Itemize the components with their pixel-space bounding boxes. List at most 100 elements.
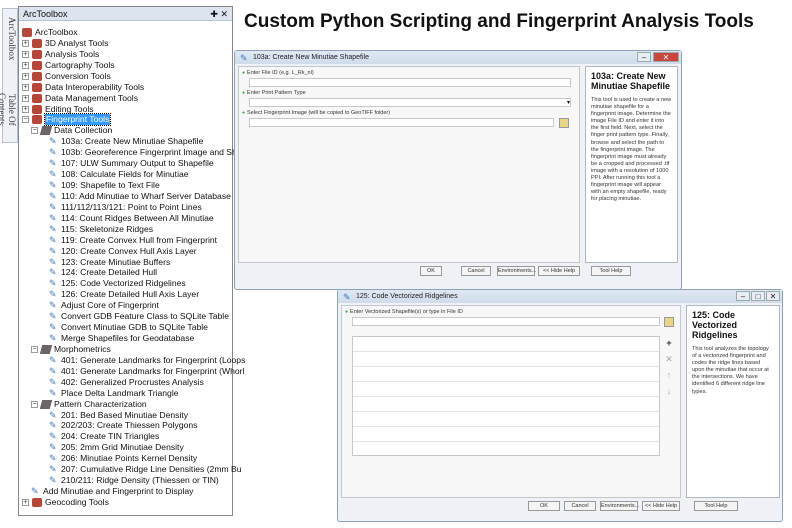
parameter-form: Enter File ID (e.g. L_Rk_nl) Enter Print… xyxy=(238,66,580,263)
tree-item[interactable]: ✎ 124: Create Detailed Hull xyxy=(49,267,157,278)
tree-item[interactable]: ✎ 202/203: Create Thiessen Polygons xyxy=(49,420,197,431)
browse-folder-icon[interactable] xyxy=(559,118,569,128)
hide-help-button[interactable]: << Hide Help xyxy=(642,501,680,511)
tree-item[interactable]: + Data Management Tools xyxy=(22,93,138,104)
tool-help-button[interactable]: Tool Help xyxy=(591,266,631,276)
expand-toggle-icon[interactable]: + xyxy=(22,83,29,91)
tree-item[interactable]: ✎ 401: Generate Landmarks for Fingerprint… xyxy=(49,355,245,366)
tree-item[interactable]: ✎ 204: Create TIN Triangles xyxy=(49,431,159,442)
tool-help-button[interactable]: Tool Help xyxy=(694,501,738,511)
tree-item[interactable]: +3D Analyst Tools xyxy=(22,38,108,49)
tree-item[interactable]: ✎ 402: Generalized Procrustes Analysis xyxy=(49,377,204,388)
tree-item[interactable]: ✎ 114: Count Ridges Between All Minutiae xyxy=(49,213,214,224)
tree-item-label: Conversion Tools xyxy=(45,70,111,81)
shapefile-input[interactable] xyxy=(352,317,660,326)
script-tool-icon: ✎ xyxy=(49,376,57,387)
tab-arctoolbox[interactable]: ArcToolbox xyxy=(4,11,17,66)
tree-item-label: 202/203: Create Thiessen Polygons xyxy=(61,420,198,431)
tree-item[interactable]: ✎ 206: Minutiae Points Kernel Density xyxy=(49,453,197,464)
tree-item[interactable]: ✎ 119: Create Convex Hull from Fingerprin… xyxy=(49,235,217,246)
pattern-type-select[interactable]: ▾ xyxy=(249,98,571,107)
environments-button[interactable]: Environments... xyxy=(600,501,639,511)
expand-toggle-icon[interactable]: + xyxy=(22,498,29,506)
tree-item[interactable]: ✎ 103b: Georeference Fingerprint Image an… xyxy=(49,147,246,158)
tree-item[interactable]: ArcToolbox xyxy=(22,27,78,38)
image-path-input[interactable] xyxy=(249,118,554,127)
ok-button[interactable]: OK xyxy=(420,266,442,276)
move-down-icon[interactable]: ↓ xyxy=(664,386,674,396)
field-label: Enter File ID (e.g. L_Rk_nl) xyxy=(242,70,314,76)
tree-item[interactable]: ✎ 115: Skeletonize Ridges xyxy=(49,224,153,235)
tree-item[interactable]: ✎ 210/211: Ridge Density (Thiessen or TIN… xyxy=(49,475,219,486)
tree-item[interactable]: + Geocoding Tools xyxy=(22,497,109,508)
tree-item[interactable]: ✎ 110: Add Minutiae to Wharf Server Datab… xyxy=(49,191,231,202)
tree-item[interactable]: ✎ 103a: Create New Minutiae Shapefile xyxy=(49,136,203,147)
environments-button[interactable]: Environments... xyxy=(497,266,536,276)
expand-toggle-icon[interactable]: + xyxy=(22,105,29,113)
tree-item[interactable]: + Data Interoperability Tools xyxy=(22,82,144,93)
expand-toggle-icon[interactable]: − xyxy=(31,400,38,408)
tree-item[interactable]: ✎ Place Delta Landmark Triangle xyxy=(49,388,179,399)
pin-icon[interactable]: ✚ xyxy=(210,9,218,19)
tree-item[interactable]: ✎ 123: Create Minutiae Buffers xyxy=(49,257,170,268)
expand-toggle-icon[interactable]: + xyxy=(22,94,29,102)
expand-toggle-icon[interactable]: + xyxy=(22,72,29,80)
toolbox-icon xyxy=(32,71,42,81)
tree-item[interactable]: ✎ Adjust Core of Fingerprint xyxy=(49,300,159,311)
tree-item[interactable]: ✎ Convert Minutiae GDB to SQLite Table xyxy=(49,322,208,333)
tree-item[interactable]: ✎ 108: Calculate Fields for Minutiae xyxy=(49,169,189,180)
shapefile-list[interactable] xyxy=(352,336,660,456)
close-button[interactable]: ✕ xyxy=(653,52,679,62)
tree-item[interactable]: ✎ Merge Shapefiles for Geodatabase xyxy=(49,333,194,344)
tree-item[interactable]: ✎ 401: Generate Landmarks for Fingerprint… xyxy=(49,366,244,377)
tree-item[interactable]: ✎ Add Minutiae and Fingerprint to Display xyxy=(31,486,193,497)
script-tool-icon: ✎ xyxy=(49,322,57,333)
tree-item[interactable]: + Analysis Tools xyxy=(22,49,99,60)
maximize-button[interactable]: □ xyxy=(751,291,765,301)
tree-item-label: Adjust Core of Fingerprint xyxy=(61,300,159,311)
expand-toggle-icon[interactable]: − xyxy=(22,116,29,124)
tree-item[interactable]: + Conversion Tools xyxy=(22,71,111,82)
add-icon[interactable]: + xyxy=(664,338,674,348)
tree-item[interactable]: ✎ 107: ULW Summary Output to Shapefile xyxy=(49,158,214,169)
minimize-button[interactable]: – xyxy=(736,291,750,301)
expand-toggle-icon[interactable]: − xyxy=(31,127,38,135)
tree-item[interactable]: ✎ 125: Code Vectorized Ridgelines xyxy=(49,278,186,289)
ok-button[interactable]: OK xyxy=(528,501,560,511)
tree-item[interactable]: ✎ 111/112/113/121: Point to Point Lines xyxy=(49,202,202,213)
tree-item[interactable]: ✎ 205: 2mm Grid Minutiae Density xyxy=(49,442,184,453)
close-icon[interactable]: ✕ xyxy=(220,9,228,19)
tree-item[interactable]: − Pattern Characterization xyxy=(31,399,147,410)
file-id-input[interactable] xyxy=(249,78,571,87)
tree-item[interactable]: − Morphometrics xyxy=(31,344,111,355)
tree-item[interactable]: + Editing Tools xyxy=(22,104,94,115)
cancel-button[interactable]: Cancel xyxy=(564,501,596,511)
hide-help-button[interactable]: << Hide Help xyxy=(538,266,580,276)
tree-item[interactable]: ✎ 201: Bed Based Minutiae Density xyxy=(49,410,188,421)
tree-item[interactable]: − Fingerprint Tools xyxy=(22,113,112,127)
tree-item[interactable]: ✎ Convert GDB Feature Class to SQLite Tab… xyxy=(49,311,229,322)
tree-item-label: 103a: Create New Minutiae Shapefile xyxy=(61,136,204,147)
tree-item[interactable]: − Data Collection xyxy=(31,125,112,136)
move-up-icon[interactable]: ↑ xyxy=(664,370,674,380)
cancel-button[interactable]: Cancel xyxy=(461,266,491,276)
close-button[interactable]: ✕ xyxy=(766,291,780,301)
expand-toggle-icon[interactable]: + xyxy=(22,39,29,47)
tree-item[interactable]: ✎ 120: Create Convex Hull Axis Layer xyxy=(49,246,197,257)
tree-item-label: 115: Skeletonize Ridges xyxy=(61,223,154,234)
expand-toggle-icon[interactable]: + xyxy=(22,61,29,69)
toolbox-icon xyxy=(32,497,42,507)
script-tool-icon: ✎ xyxy=(49,431,57,442)
tree-item[interactable]: ✎ 207: Cumulative Ridge Line Densities (2… xyxy=(49,464,242,475)
tab-table-of-contents[interactable]: Table Of Contents xyxy=(0,77,17,142)
expand-toggle-icon[interactable]: + xyxy=(22,50,29,58)
minimize-button[interactable]: – xyxy=(637,52,651,62)
tree-item[interactable]: ✎ 109: Shapefile to Text File xyxy=(49,180,160,191)
toolbox-icon xyxy=(32,49,42,59)
expand-toggle-icon[interactable]: − xyxy=(31,345,38,353)
tree-item[interactable]: ✎ 126: Create Detailed Hull Axis Layer xyxy=(49,289,199,300)
browse-folder-icon[interactable] xyxy=(664,317,674,327)
tree-item-label: Data Collection xyxy=(54,125,113,136)
tree-item[interactable]: + Cartography Tools xyxy=(22,60,115,71)
remove-icon[interactable]: ✕ xyxy=(664,354,674,364)
